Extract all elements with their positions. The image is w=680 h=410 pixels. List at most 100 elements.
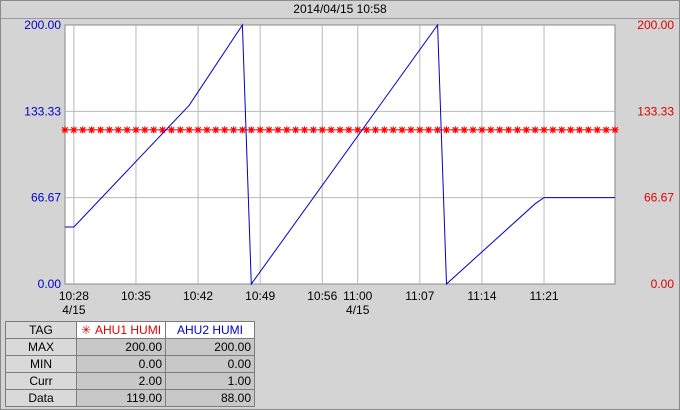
series1-point <box>247 126 255 134</box>
series1-point <box>496 126 504 134</box>
series1-point <box>487 126 495 134</box>
x-tick-label: 10:42 <box>183 289 213 303</box>
stats-header-series1[interactable]: ✳ AHU1 HUMI <box>76 321 166 339</box>
asterisk-marker-icon: ✳ <box>80 323 92 337</box>
series2-name: AHU2 HUMI <box>176 323 243 337</box>
series1-point <box>576 126 584 134</box>
series1-point <box>540 126 548 134</box>
y-tick-label-left: 0.00 <box>38 277 62 291</box>
trend-chart: 200.00 133.33 66.67 0.00 200.00 133.33 66.67 0.… <box>24 19 675 317</box>
series1-point <box>469 126 477 134</box>
stats-row-label: MAX <box>5 338 77 356</box>
series1-point <box>61 126 69 134</box>
series1-point <box>114 126 122 134</box>
series1-point <box>531 126 539 134</box>
series1-point <box>505 126 513 134</box>
y-tick-label-left: 66.67 <box>31 191 61 205</box>
series1-point <box>70 126 78 134</box>
y-tick-label-right: 200.00 <box>637 19 674 32</box>
x-tick-label: 11:00 <box>343 289 372 303</box>
series1-point <box>593 126 601 134</box>
series1-point <box>478 126 486 134</box>
series1-point <box>567 126 575 134</box>
series1-point <box>549 126 557 134</box>
series1-point <box>345 126 353 134</box>
y-tick-label-right: 0.00 <box>651 277 675 291</box>
series1-point <box>309 126 317 134</box>
stats-row-data: Data 119.00 88.00 <box>5 389 255 407</box>
series1-point <box>105 126 113 134</box>
series1-point <box>230 126 238 134</box>
series1-point <box>159 126 167 134</box>
x-tick-label: 10:35 <box>121 289 151 303</box>
series1-point <box>194 126 202 134</box>
series1-point <box>167 126 175 134</box>
series1-point <box>460 126 468 134</box>
stats-value-series1: 200.00 <box>76 338 166 356</box>
series1-point <box>371 126 379 134</box>
series1-point <box>301 126 309 134</box>
series1-point <box>274 126 282 134</box>
stats-row-curr: Curr 2.00 1.00 <box>5 372 255 390</box>
stats-row-max: MAX 200.00 200.00 <box>5 338 255 356</box>
series1-point <box>256 126 264 134</box>
y-tick-label-left: 200.00 <box>24 19 61 32</box>
window-title: 2014/04/15 10:58 <box>1 1 679 19</box>
series1-point <box>558 126 566 134</box>
series1-point <box>265 126 273 134</box>
series1-point <box>584 126 592 134</box>
stats-header-series2[interactable]: AHU2 HUMI <box>165 321 255 339</box>
stats-value-series1: 0.00 <box>76 355 166 373</box>
stats-value-series2: 1.00 <box>165 372 255 390</box>
stats-value-series2: 0.00 <box>165 355 255 373</box>
series1-point <box>425 126 433 134</box>
series1-point <box>434 126 442 134</box>
series1-point <box>451 126 459 134</box>
series1-point <box>292 126 300 134</box>
trend-window: 2014/04/15 10:58 200.00 133.33 66.67 0.00 20… <box>0 0 680 410</box>
x-tick-label: 10:49 <box>245 289 275 303</box>
series1-point <box>407 126 415 134</box>
stats-row-label: Curr <box>5 372 77 390</box>
stats-row-label: MIN <box>5 355 77 373</box>
series1-point <box>416 126 424 134</box>
x-tick-date-label: 4/15 <box>346 303 370 317</box>
stats-table: TAG ✳ AHU1 HUMI AHU2 HUMI MAX 200.00 200.… <box>5 321 255 407</box>
series1-point <box>513 126 521 134</box>
series1-point <box>602 126 610 134</box>
stats-row-min: MIN 0.00 0.00 <box>5 355 255 373</box>
plot-area <box>64 24 616 285</box>
stats-value-series1: 119.00 <box>76 389 166 407</box>
series1-point <box>611 126 619 134</box>
x-tick-label: 10:28 <box>59 289 89 303</box>
stats-header-row: TAG ✳ AHU1 HUMI AHU2 HUMI <box>5 321 255 339</box>
series1-point <box>176 126 184 134</box>
series1-point <box>88 126 96 134</box>
series1-point <box>141 126 149 134</box>
stats-row-label: Data <box>5 389 77 407</box>
x-tick-label: 11:21 <box>529 289 558 303</box>
series1-point <box>123 126 131 134</box>
series1-point <box>238 126 246 134</box>
series1-point <box>132 126 140 134</box>
y-tick-label-left: 133.33 <box>24 104 61 118</box>
series1-point <box>96 126 104 134</box>
series1-point <box>212 126 220 134</box>
series1-point <box>150 126 158 134</box>
series1-point <box>203 126 211 134</box>
series1-point <box>336 126 344 134</box>
y-tick-label-right: 133.33 <box>637 104 674 118</box>
series1-point <box>318 126 326 134</box>
series1-point <box>380 126 388 134</box>
series1-point <box>389 126 397 134</box>
series1-point <box>442 126 450 134</box>
series1-point <box>185 126 193 134</box>
series1-name: AHU1 HUMI <box>95 323 162 337</box>
series1-point <box>398 126 406 134</box>
series1-point <box>327 126 335 134</box>
y-tick-label-right: 66.67 <box>644 191 674 205</box>
x-tick-date-label: 4/15 <box>62 303 86 317</box>
stats-value-series2: 200.00 <box>165 338 255 356</box>
stats-header-tag: TAG <box>5 321 77 339</box>
x-tick-label: 11:07 <box>405 289 434 303</box>
